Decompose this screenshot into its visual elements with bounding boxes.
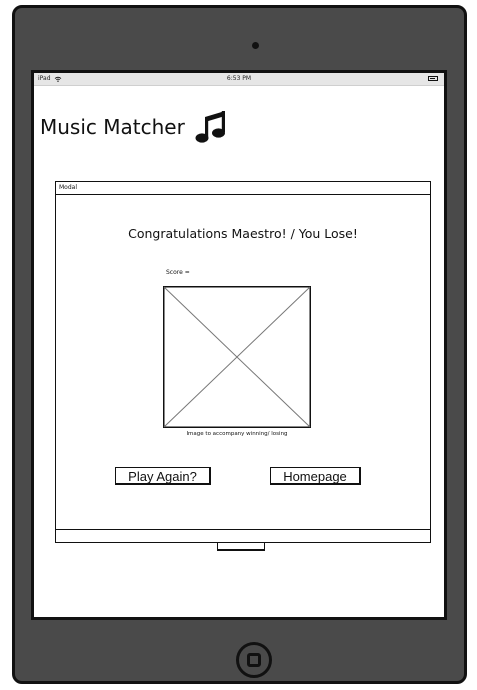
app-header: Music Matcher — [40, 109, 227, 145]
modal-footer — [56, 529, 430, 542]
status-time: 6:53 PM — [226, 75, 252, 82]
battery-icon — [428, 76, 438, 81]
score-label: Score = — [166, 269, 190, 276]
app-title: Music Matcher — [40, 115, 185, 139]
music-notes-icon — [195, 111, 225, 143]
play-again-button[interactable]: Play Again? — [115, 467, 211, 485]
result-modal: Modal Congratulations Maestro! / You Los… — [55, 181, 431, 543]
status-bar: iPad 6:53 PM — [34, 73, 444, 86]
device-screen: iPad 6:53 PM Music Matcher Modal Congrat… — [31, 70, 447, 620]
modal-header: Modal — [56, 182, 430, 195]
image-caption: Image to accompany winning/ losing — [186, 431, 288, 437]
camera-icon — [252, 42, 259, 49]
homepage-button[interactable]: Homepage — [270, 467, 361, 485]
result-heading: Congratulations Maestro! / You Lose! — [128, 226, 358, 241]
home-button[interactable] — [236, 642, 272, 678]
home-button-icon — [247, 653, 261, 667]
image-placeholder-icon — [163, 286, 311, 428]
